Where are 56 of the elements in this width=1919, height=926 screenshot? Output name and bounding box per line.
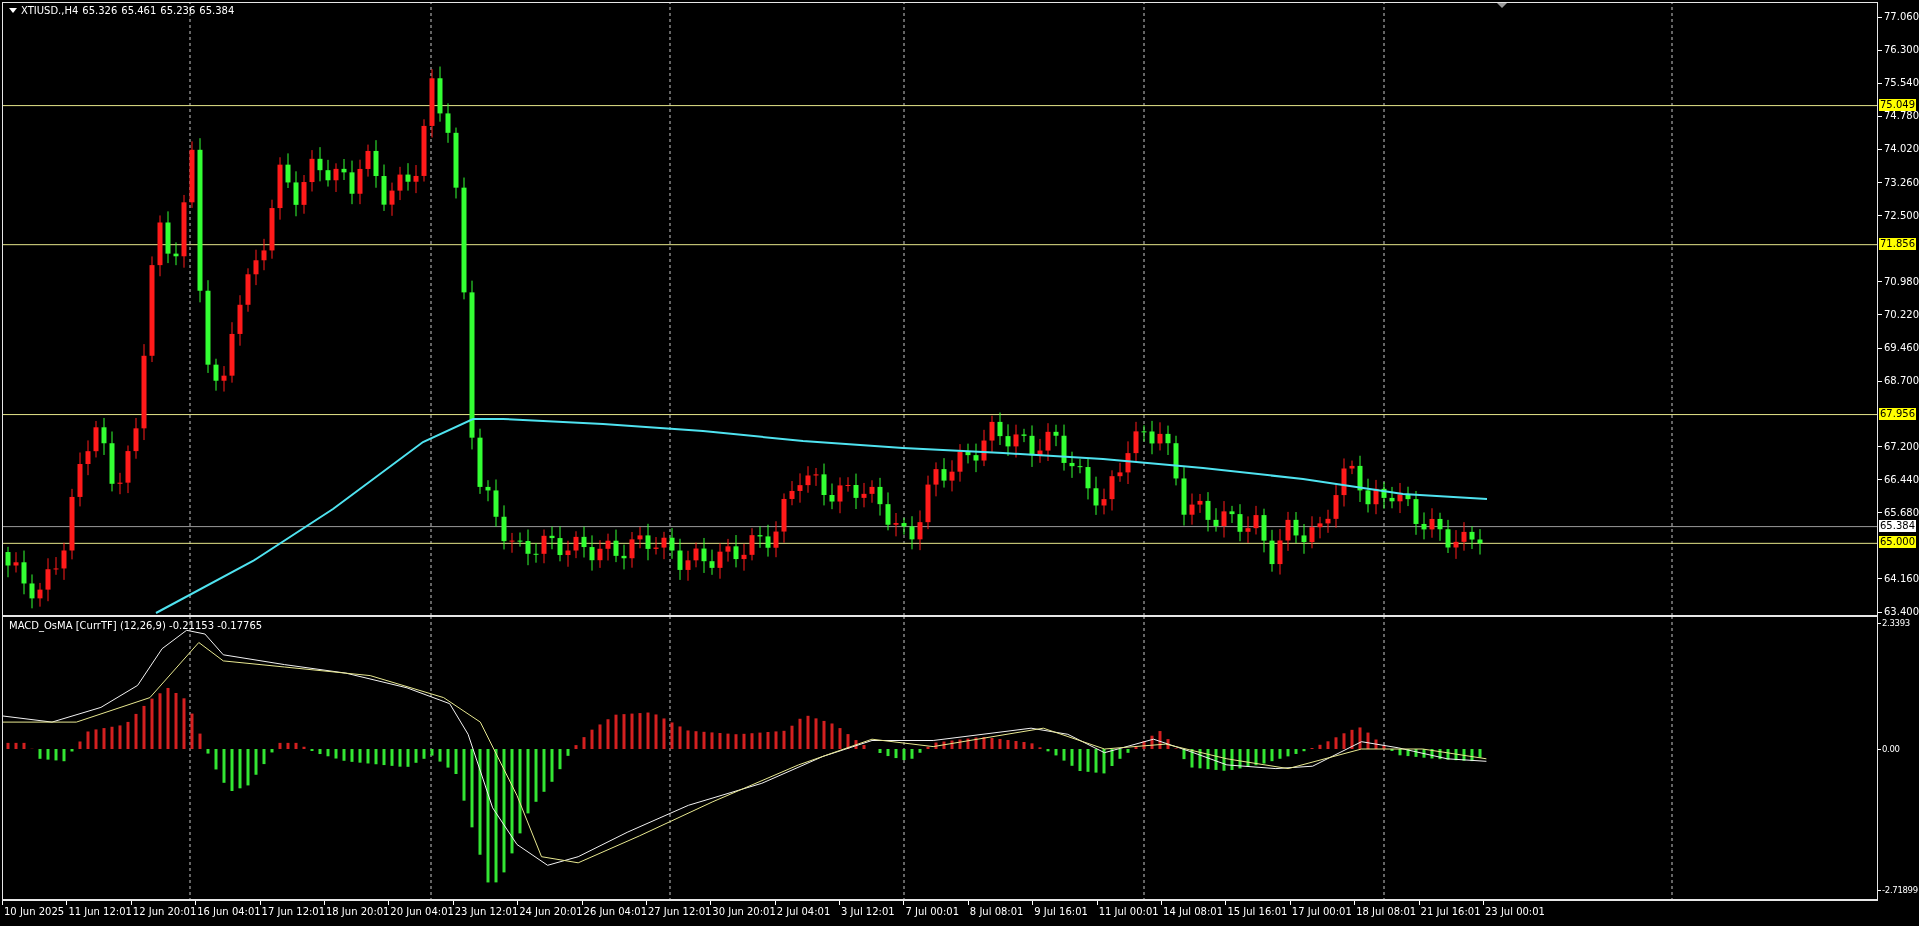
- price-label: 73.260: [1884, 176, 1919, 189]
- indicator-scale-label: 0.00: [1882, 743, 1900, 755]
- time-label: 18 Jul 08:01: [1355, 906, 1417, 917]
- time-label: 27 Jun 12:01: [647, 906, 712, 917]
- indicator-scale-label: -2.71899: [1882, 884, 1918, 896]
- price-label: 70.220: [1884, 308, 1919, 321]
- caret-icon[interactable]: [9, 7, 17, 14]
- time-label: 10 Jun 2025: [3, 906, 65, 917]
- time-label: 17 Jun 12:01: [260, 906, 326, 917]
- price-label: 75.540: [1884, 77, 1919, 90]
- price-label: 68.700: [1884, 375, 1919, 388]
- chart-symbol: XTIUSD.,H4: [21, 4, 79, 17]
- time-label: 11 Jul 00:01: [1097, 906, 1159, 917]
- indicator-scale-label: 2.3393: [1882, 617, 1910, 629]
- time-label: 23 Jul 00:01: [1484, 906, 1545, 917]
- price-level-tag: 65.000: [1879, 536, 1916, 549]
- ohlc-value: 65.326: [82, 4, 118, 17]
- price-label: 72.500: [1884, 209, 1919, 222]
- price-level-tag: 67.956: [1879, 407, 1916, 420]
- price-level-tag: 71.856: [1879, 237, 1916, 250]
- time-label: 26 Jun 04:01: [582, 906, 648, 917]
- time-label: 8 Jul 08:01: [968, 906, 1024, 917]
- time-label: 14 Jul 08:01: [1162, 906, 1223, 917]
- price-label: 66.440: [1884, 473, 1919, 486]
- time-label: 20 Jun 04:01: [389, 906, 454, 917]
- price-label: 64.160: [1884, 572, 1919, 585]
- chart-shift-icon: [1497, 3, 1507, 8]
- time-label: 9 Jul 16:01: [1033, 906, 1088, 917]
- price-label: 65.680: [1884, 506, 1919, 519]
- ohlc-value: 65.384: [199, 4, 235, 17]
- time-label: 15 Jul 16:01: [1226, 906, 1288, 917]
- price-label: 67.200: [1884, 440, 1919, 453]
- time-label: 18 Jun 20:01: [325, 906, 390, 917]
- price-label: 77.060: [1884, 11, 1919, 23]
- time-label: 2 Jul 04:01: [775, 906, 831, 917]
- price-label: 76.300: [1884, 44, 1919, 57]
- time-label: 11 Jun 12:01: [67, 906, 132, 917]
- time-label: 21 Jul 16:01: [1419, 906, 1481, 917]
- time-label: 7 Jul 00:01: [904, 906, 960, 917]
- price-level-tag: 65.384: [1879, 519, 1916, 532]
- time-label: 17 Jul 00:01: [1290, 906, 1352, 917]
- price-level-tag: 75.049: [1879, 98, 1916, 111]
- time-label: 24 Jun 20:01: [518, 906, 583, 917]
- indicator-title: MACD_OsMA [CurrTF] (12,26,9) -0.21153 -0.17765: [9, 619, 263, 632]
- price-label: 70.980: [1884, 275, 1919, 288]
- price-label: 74.780: [1884, 110, 1919, 123]
- ohlc-value: 65.461: [121, 4, 157, 17]
- price-label: 74.020: [1884, 143, 1919, 156]
- time-label: 30 Jun 20:01: [711, 906, 776, 917]
- price-label: 69.460: [1884, 342, 1919, 355]
- ohlc-value: 65.236: [160, 4, 196, 17]
- time-label: 23 Jun 12:01: [453, 906, 519, 917]
- time-label: 16 Jun 04:01: [196, 906, 261, 917]
- price-label: 63.400: [1884, 606, 1919, 618]
- time-label: 12 Jun 20:01: [131, 906, 197, 917]
- time-label: 3 Jul 12:01: [840, 906, 895, 917]
